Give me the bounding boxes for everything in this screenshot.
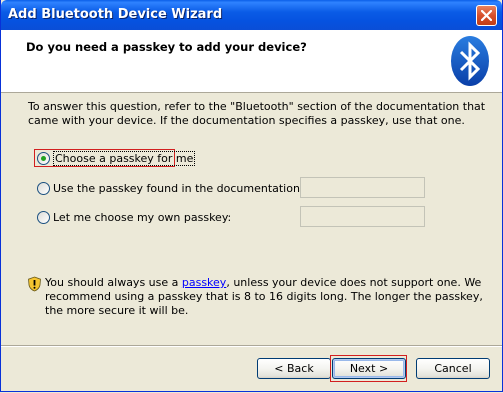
option-label: Choose a passkey for me [53,150,196,166]
passkey-link[interactable]: passkey [182,276,226,289]
own-passkey-field[interactable] [300,206,425,227]
option-label: Use the passkey found in the documentati… [53,181,304,195]
security-note: You should always use a passkey, unless … [45,276,485,318]
instructions-text: To answer this question, refer to the "B… [28,100,486,127]
documentation-passkey-field[interactable] [300,177,425,198]
page-title: Do you need a passkey to add your device… [26,40,307,54]
shield-warning-icon [28,276,41,292]
radio-own-passkey[interactable] [37,210,50,224]
window-title: Add Bluetooth Device Wizard [8,7,223,22]
next-button[interactable]: Next > [332,358,406,379]
wizard-window: Add Bluetooth Device Wizard Do you need … [0,0,503,392]
wizard-header: Do you need a passkey to add your device… [1,30,502,93]
title-bar[interactable]: Add Bluetooth Device Wizard [1,0,502,30]
note-text: You should always use a [45,276,182,289]
close-button[interactable] [476,5,497,26]
bluetooth-logo [451,36,489,86]
back-button[interactable]: < Back [257,358,331,379]
back-button-label: < Back [274,362,314,375]
cancel-button[interactable]: Cancel [416,358,490,379]
radio-documentation-passkey[interactable] [37,181,50,195]
cancel-button-label: Cancel [434,362,472,375]
option-choose-passkey[interactable]: Choose a passkey for me [37,150,196,166]
next-button-label: Next > [349,362,389,375]
option-label: Let me choose my own passkey: [53,210,232,224]
footer-divider [1,345,502,347]
option-own-passkey[interactable]: Let me choose my own passkey: [37,209,231,225]
option-documentation-passkey[interactable]: Use the passkey found in the documentati… [37,180,304,196]
close-icon [481,10,492,21]
radio-choose-passkey[interactable] [37,151,50,165]
